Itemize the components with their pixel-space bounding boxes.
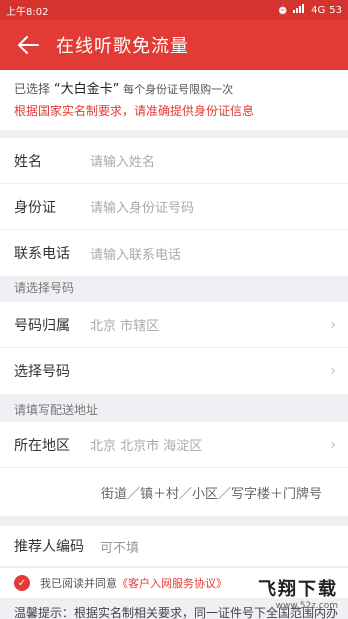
arrow-left-icon: [18, 36, 39, 54]
phone-input[interactable]: 请输入联系电话: [90, 244, 181, 263]
address-detail-input[interactable]: 街道／镇＋村／小区／写字楼＋门牌号: [0, 468, 348, 516]
address-form: 所在地区 北京 北京市 海淀区 › 街道／镇＋村／小区／写字楼＋门牌号: [0, 422, 348, 516]
watermark-logo: 飞翔下载 www.52z.com: [258, 575, 338, 611]
chevron-right-icon: ›: [330, 363, 336, 379]
identity-form: 姓名 请输入姓名 身份证 请输入身份证号码 联系电话 请输入联系电话: [0, 138, 348, 276]
referrer-label: 推荐人编码: [14, 539, 84, 555]
name-row[interactable]: 姓名 请输入姓名: [0, 138, 348, 184]
checkbox-checked-icon[interactable]: ✓: [14, 575, 30, 591]
referrer-row[interactable]: 推荐人编码 可不填: [0, 526, 348, 566]
phone-label: 联系电话: [14, 246, 70, 262]
location-value: 北京 市辖区: [90, 319, 160, 334]
alarm-icon: ⏰: [276, 4, 290, 16]
number-location-row[interactable]: 号码归属 北京 市辖区 ›: [0, 302, 348, 348]
status-icons: ⏰ 4G 53: [277, 4, 342, 16]
card-notice: 已选择 “大白金卡” 每个身份证号限购一次 根据国家实名制要求，请准确提供身份证…: [0, 70, 348, 130]
id-row[interactable]: 身份证 请输入身份证号码: [0, 184, 348, 230]
watermark-text: 飞翔下载: [258, 579, 338, 600]
realname-warning: 根据国家实名制要求，请准确提供身份证信息: [14, 104, 255, 118]
agreement-link[interactable]: 《客户入网服务协议》: [117, 575, 227, 591]
select-number-label: 选择号码: [14, 364, 70, 380]
id-input[interactable]: 请输入身份证号码: [90, 197, 194, 216]
back-button[interactable]: [0, 20, 56, 70]
chevron-right-icon: ›: [330, 316, 336, 333]
chevron-right-icon: ›: [330, 436, 336, 453]
watermark-url: www.52z.com: [275, 601, 338, 611]
status-time: 上午8:02: [6, 6, 49, 18]
card-name: “大白金卡”: [53, 82, 120, 97]
network-type: 4G: [311, 4, 326, 16]
phone-row[interactable]: 联系电话 请输入联系电话: [0, 230, 348, 276]
address-section-title: 请填写配送地址: [14, 402, 99, 417]
region-label: 所在地区: [14, 437, 70, 454]
name-input[interactable]: 请输入姓名: [90, 151, 155, 170]
referrer-form: 推荐人编码 可不填: [0, 526, 348, 566]
number-section-title: 请选择号码: [14, 280, 75, 295]
notice-prefix: 已选择: [14, 82, 51, 96]
app-header: 在线听歌免流量: [0, 20, 348, 70]
location-label: 号码归属: [14, 317, 70, 334]
referrer-input[interactable]: 可不填: [100, 537, 139, 556]
number-form: 号码归属 北京 市辖区 › 选择号码 ›: [0, 302, 348, 394]
selected-card-line: 已选择 “大白金卡” 每个身份证号限购一次: [14, 78, 334, 101]
name-label: 姓名: [14, 153, 42, 170]
region-row[interactable]: 所在地区 北京 北京市 海淀区 ›: [0, 422, 348, 468]
notice-suffix: 每个身份证号限购一次: [123, 83, 234, 96]
region-value: 北京 北京市 海淀区: [90, 439, 203, 454]
select-number-row[interactable]: 选择号码 ›: [0, 348, 348, 394]
signal-icon: [293, 4, 307, 16]
agreement-text: 我已阅读并同意: [40, 577, 117, 590]
battery-level: 53: [329, 4, 342, 16]
page-title: 在线听歌免流量: [56, 36, 189, 57]
id-label: 身份证: [14, 199, 56, 216]
status-bar: 上午8:02 ⏰ 4G 53: [0, 0, 348, 20]
